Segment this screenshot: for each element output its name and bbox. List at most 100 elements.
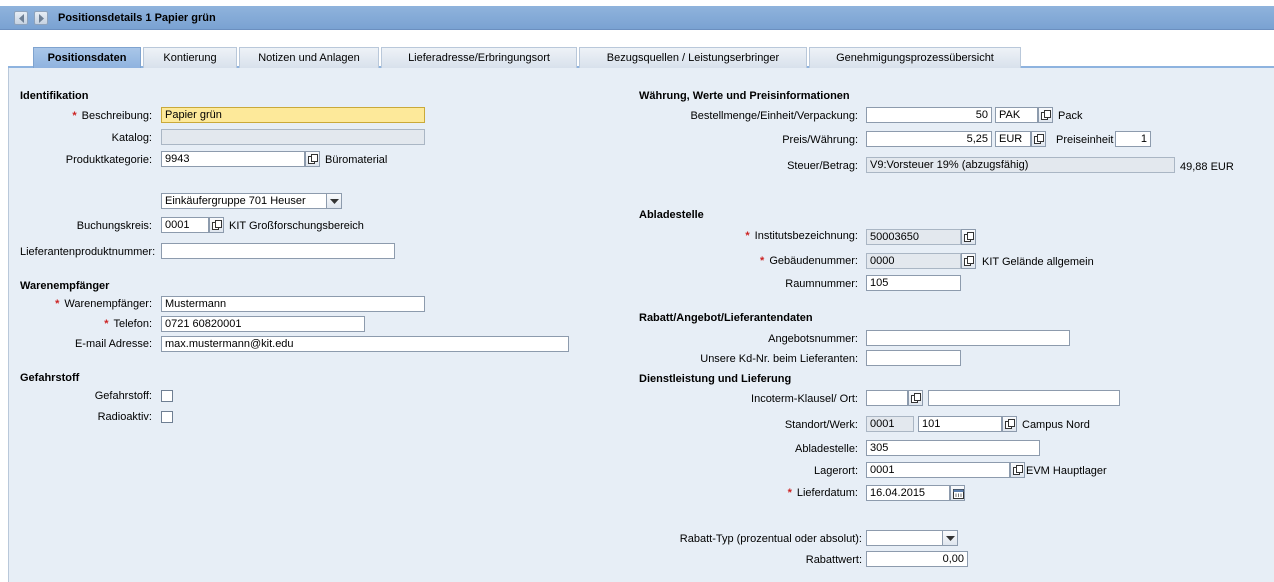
section-warenempfaenger: Warenempfänger: [20, 280, 110, 292]
telefon-input[interactable]: 0721 60820001: [161, 316, 365, 332]
werk-text: Campus Nord: [1022, 419, 1090, 431]
f4-help-icon: [1005, 419, 1015, 429]
gebaeude-label: * Gebäudenummer:: [760, 255, 858, 267]
section-identifikation: Identifikation: [20, 90, 89, 102]
required-marker: *: [55, 298, 60, 310]
f4-help-icon: [1034, 134, 1044, 144]
beschreibung-input[interactable]: Papier grün: [161, 107, 425, 123]
produktkategorie-text: Büromaterial: [325, 154, 388, 166]
lieferdatum-calendar-button[interactable]: [950, 485, 965, 501]
waehrung-help-button[interactable]: [1031, 131, 1046, 147]
window-title: Positionsdetails 1 Papier grün: [58, 12, 216, 24]
katalog-field: [161, 129, 425, 145]
einheit-input[interactable]: PAK: [995, 107, 1038, 123]
buchungskreis-text: KIT Großforschungsbereich: [229, 220, 364, 232]
f4-help-icon: [212, 220, 222, 230]
section-rabatt-angebot: Rabatt/Angebot/Lieferantendaten: [639, 312, 813, 324]
einkaeufergruppe-dropdown-button[interactable]: [326, 193, 342, 209]
content-panel: Identifikation * Beschreibung: Papier grü…: [8, 68, 1274, 582]
section-waehrung: Währung, Werte und Preisinformationen: [639, 90, 850, 102]
tab-notizen-anlagen[interactable]: Notizen und Anlagen: [239, 47, 379, 68]
ablade-label: Abladestelle:: [795, 443, 858, 455]
telefon-label: * Telefon:: [104, 318, 152, 330]
preis-input[interactable]: 5,25: [866, 131, 992, 147]
tab-bezugsquellen[interactable]: Bezugsquellen / Leistungserbringer: [579, 47, 807, 68]
einkaeufergruppe-select[interactable]: Einkäufergruppe 701 Heuser: [161, 193, 327, 209]
nav-forward-icon: [39, 14, 44, 23]
section-abladestelle: Abladestelle: [639, 209, 704, 221]
bestellmenge-input[interactable]: 50: [866, 107, 992, 123]
rabatttyp-label: Rabatt-Typ (prozentual oder absolut):: [679, 533, 862, 545]
lagerort-label: Lagerort:: [813, 465, 858, 477]
lieferdatum-input[interactable]: 16.04.2015: [866, 485, 950, 501]
standort-label: Standort/Werk:: [784, 419, 858, 431]
kdnr-label: Unsere Kd-Nr. beim Lieferanten:: [700, 353, 858, 365]
produktkategorie-input[interactable]: 9943: [161, 151, 305, 167]
f4-help-icon: [1013, 465, 1023, 475]
warenempfaenger-input[interactable]: Mustermann: [161, 296, 425, 312]
lieferantenproduktnummer-label: Lieferantenproduktnummer:: [20, 246, 156, 258]
ablade-input[interactable]: 305: [866, 440, 1040, 456]
f4-help-icon: [964, 232, 974, 242]
window-titlebar: Positionsdetails 1 Papier grün: [0, 6, 1274, 30]
nav-back-icon: [19, 14, 24, 23]
angebot-label: Angebotsnummer:: [768, 333, 858, 345]
required-marker: *: [72, 110, 77, 122]
f4-help-icon: [1041, 110, 1051, 120]
rabatttyp-select[interactable]: [866, 530, 943, 546]
einheit-text: Pack: [1058, 110, 1083, 122]
werk-help-button[interactable]: [1002, 416, 1017, 432]
tab-genehmigungsprozess[interactable]: Genehmigungsprozessübersicht: [809, 47, 1021, 68]
rabattwert-label: Rabattwert:: [805, 554, 862, 566]
gefahrstoff-checkbox[interactable]: [161, 390, 173, 402]
lagerort-help-button[interactable]: [1010, 462, 1025, 478]
lieferdatum-label: * Lieferdatum:: [787, 487, 858, 499]
institut-help-button[interactable]: [961, 229, 976, 245]
waehrung-input[interactable]: EUR: [995, 131, 1031, 147]
buchungskreis-input[interactable]: 0001: [161, 217, 209, 233]
einheit-help-button[interactable]: [1038, 107, 1053, 123]
lagerort-input[interactable]: 0001: [866, 462, 1010, 478]
f4-help-icon: [911, 393, 921, 403]
buchungskreis-label: Buchungskreis:: [76, 220, 152, 232]
produktkategorie-help-button[interactable]: [305, 151, 320, 167]
tab-kontierung[interactable]: Kontierung: [143, 47, 237, 68]
tab-positionsdaten[interactable]: Positionsdaten: [33, 47, 141, 68]
gefahrstoff-label: Gefahrstoff:: [94, 390, 152, 402]
radioaktiv-checkbox[interactable]: [161, 411, 173, 423]
section-dienstleistung: Dienstleistung und Lieferung: [639, 373, 792, 385]
tab-strip: Positionsdaten Kontierung Notizen und An…: [8, 40, 1274, 68]
f4-help-icon: [308, 154, 318, 164]
required-marker: *: [787, 487, 792, 499]
gebaeude-field[interactable]: 0000: [866, 253, 961, 269]
gebaeude-help-button[interactable]: [961, 253, 976, 269]
tab-lieferadresse[interactable]: Lieferadresse/Erbringungsort: [381, 47, 577, 68]
institut-label: * Institutsbezeichnung:: [745, 230, 858, 242]
institut-field[interactable]: 50003650: [866, 229, 961, 245]
required-marker: *: [760, 255, 765, 267]
preiseinheit-input[interactable]: 1: [1115, 131, 1151, 147]
preiseinheit-label: Preiseinheit: [1056, 134, 1114, 146]
incoterm-help-button[interactable]: [908, 390, 923, 406]
bestellmenge-label: Bestellmenge/Einheit/Verpackung:: [690, 110, 858, 122]
buchungskreis-help-button[interactable]: [209, 217, 224, 233]
kdnr-input[interactable]: [866, 350, 961, 366]
werk-input[interactable]: 101: [918, 416, 1002, 432]
raum-label: Raumnummer:: [785, 278, 858, 290]
angebot-input[interactable]: [866, 330, 1070, 346]
steuer-field[interactable]: V9:Vorsteuer 19% (abzugsfähig): [866, 157, 1175, 173]
steuer-betrag: 49,88 EUR: [1180, 161, 1234, 173]
incoterm-ort-input[interactable]: [928, 390, 1120, 406]
lieferantenproduktnummer-input[interactable]: [161, 243, 395, 259]
email-input[interactable]: max.mustermann@kit.edu: [161, 336, 569, 352]
gebaeude-text: KIT Gelände allgemein: [982, 256, 1094, 268]
incoterm-label: Incoterm-Klausel/ Ort:: [751, 393, 858, 405]
rabattwert-input[interactable]: 0,00: [866, 551, 968, 567]
nav-forward-button[interactable]: [34, 11, 48, 25]
raum-input[interactable]: 105: [866, 275, 961, 291]
nav-back-button[interactable]: [14, 11, 28, 25]
incoterm-input[interactable]: [866, 390, 908, 406]
rabatttyp-dropdown-button[interactable]: [942, 530, 958, 546]
required-marker: *: [104, 318, 109, 330]
dropdown-arrow-icon: [330, 199, 339, 204]
